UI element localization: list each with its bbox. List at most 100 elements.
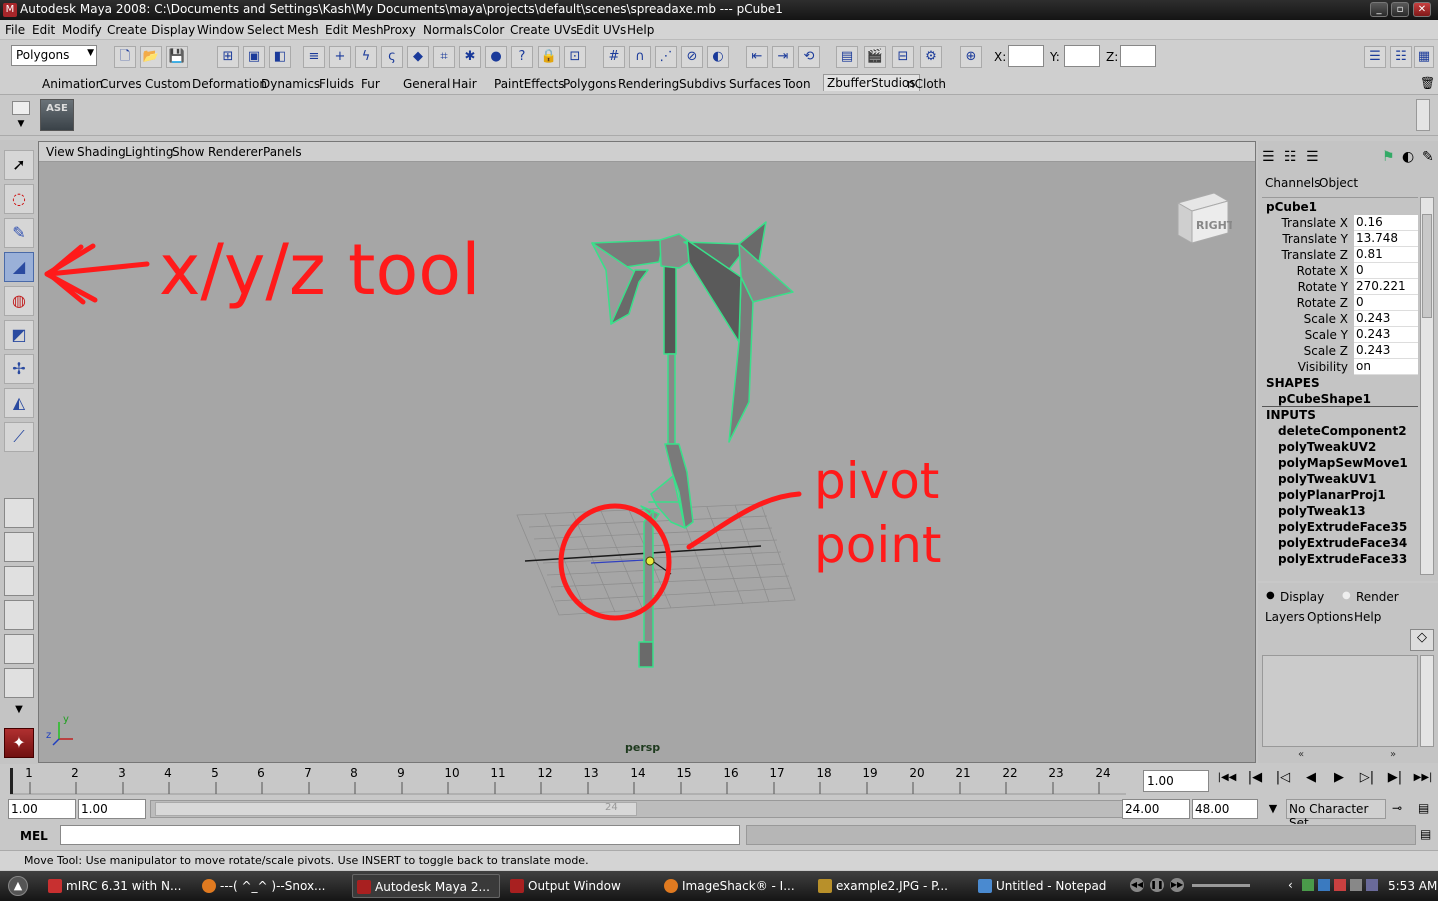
animation-prefs-icon[interactable]: ▤	[1418, 801, 1436, 819]
shelf-tab-custom[interactable]: Custom	[145, 77, 191, 91]
persp-graph-layout-icon[interactable]	[4, 600, 34, 630]
command-input[interactable]	[60, 825, 740, 845]
shelf-scrollbar[interactable]	[1416, 99, 1430, 131]
maximize-button[interactable]: ▫	[1391, 2, 1409, 17]
viewport-menu-renderer[interactable]: Renderer	[208, 145, 263, 159]
tray-icon-1[interactable]	[1302, 879, 1314, 891]
attr-value[interactable]: 0.243	[1354, 327, 1418, 343]
snap-grid-icon[interactable]: #	[603, 46, 625, 68]
tool-settings-layout-icon[interactable]: ☰	[1306, 149, 1319, 165]
attr-rotate-x[interactable]: Rotate X 0	[1262, 263, 1418, 279]
attr-value[interactable]: 0.243	[1354, 311, 1418, 327]
select-render-icon[interactable]: ●	[485, 46, 507, 68]
media-next-icon[interactable]: ▶▶	[1170, 878, 1184, 892]
script-editor-icon[interactable]: ▤	[1420, 827, 1436, 843]
layers-menu[interactable]: Layers	[1265, 610, 1305, 624]
trash-icon[interactable]: 🗑	[1420, 76, 1435, 90]
display-radio-icon[interactable]: ●	[1266, 590, 1275, 601]
step-back-key-icon[interactable]: |◁	[1272, 770, 1294, 792]
attribute-editor-layout-icon[interactable]: ☷	[1284, 149, 1297, 165]
options-menu[interactable]: Options	[1307, 610, 1353, 624]
new-layer-icon[interactable]: ◇	[1410, 629, 1434, 651]
paint-select-tool-icon[interactable]: ✎	[4, 218, 34, 248]
scale-tool-icon[interactable]: ◩	[4, 320, 34, 350]
menu-edit-uvs[interactable]: Edit UVs	[576, 23, 626, 37]
menu-proxy[interactable]: Proxy	[383, 23, 416, 37]
media-pause-icon[interactable]: ❚❚	[1150, 878, 1164, 892]
ipr-render-icon[interactable]: 🎬	[864, 46, 886, 68]
input-item[interactable]: polyExtrudeFace32	[1278, 566, 1407, 567]
layer-list[interactable]	[1262, 655, 1418, 747]
input-item[interactable]: polyMapSewMove1	[1278, 456, 1408, 470]
shelf-tab-hair[interactable]: Hair	[452, 77, 477, 91]
snap-plane-icon[interactable]: ⊘	[681, 46, 703, 68]
new-scene-icon[interactable]: 🗋	[114, 46, 136, 68]
menu-select[interactable]: Select	[247, 23, 284, 37]
attr-translate-x[interactable]: Translate X 0.16	[1262, 215, 1418, 231]
soft-modification-icon[interactable]: ◭	[4, 388, 34, 418]
shelf-tab-fluids[interactable]: Fluids	[319, 77, 354, 91]
shelf-tab-fur[interactable]: Fur	[361, 77, 380, 91]
close-button[interactable]: ✕	[1413, 2, 1431, 17]
menu-mesh[interactable]: Mesh	[287, 23, 319, 37]
viewport-menu-show[interactable]: Show	[172, 145, 204, 159]
shading-icon[interactable]: ◐	[1402, 149, 1414, 165]
range-handle[interactable]	[155, 802, 637, 816]
select-misc-icon[interactable]: ?	[511, 46, 533, 68]
select-component-icon[interactable]: ◧	[269, 46, 291, 68]
select-hierarchy-icon[interactable]: ⊞	[217, 46, 239, 68]
menu-display[interactable]: Display	[151, 23, 195, 37]
layout-menu-chevron-icon[interactable]: ▼	[4, 704, 34, 724]
attr-value[interactable]: 0.16	[1354, 215, 1418, 231]
four-view-layout-icon[interactable]	[4, 532, 34, 562]
move-tool-icon[interactable]: ◢	[4, 252, 34, 282]
range-bar[interactable]: 24	[150, 800, 1136, 818]
task-output-window[interactable]: Output Window	[506, 874, 654, 898]
shelf-tab-toon[interactable]: Toon	[783, 77, 811, 91]
attr-value[interactable]: 13.748	[1354, 231, 1418, 247]
attr-rotate-y[interactable]: Rotate Y 270.221	[1262, 279, 1418, 295]
time-slider[interactable]: 1 2 3 4 5 6 7 8 9 10 11 12 13 14 15 16 1…	[0, 764, 1438, 798]
attr-translate-y[interactable]: Translate Y 13.748	[1262, 231, 1418, 247]
shelf-tab-ncloth[interactable]: nCloth	[907, 77, 946, 91]
attr-value[interactable]: 0.81	[1354, 247, 1418, 263]
animation-end-field[interactable]: 48.00	[1192, 799, 1258, 819]
clock[interactable]: 5:53 AM	[1388, 879, 1437, 893]
input-item[interactable]: polyTweak13	[1278, 504, 1366, 518]
ase-shelf-button[interactable]: ASE	[40, 99, 74, 131]
play-backward-icon[interactable]: ◀	[1300, 770, 1322, 792]
menu-create[interactable]: Create	[107, 23, 147, 37]
attribute-editor-toggle-icon[interactable]: ☰	[1364, 46, 1386, 68]
start-button[interactable]: ▲	[8, 876, 28, 896]
shelf-tab-dynamics[interactable]: Dynamics	[261, 77, 320, 91]
select-deformers-icon[interactable]: ⌗	[433, 46, 455, 68]
step-back-frame-icon[interactable]: |◀	[1244, 770, 1266, 792]
select-handles-icon[interactable]: +	[329, 46, 351, 68]
task-notepad[interactable]: Untitled - Notepad	[974, 874, 1122, 898]
step-forward-frame-icon[interactable]: ▶|	[1384, 770, 1406, 792]
task-mirc[interactable]: mIRC 6.31 with N...	[44, 874, 192, 898]
channel-box-scrollbar[interactable]	[1420, 197, 1434, 575]
tray-icon-3[interactable]	[1334, 879, 1346, 891]
attr-value[interactable]: on	[1354, 359, 1418, 375]
mask-menu-icon[interactable]: ≡	[303, 46, 325, 68]
shelf-menu-icon[interactable]	[12, 101, 30, 115]
shelf-tab-animation[interactable]: Animation	[42, 77, 103, 91]
input-item[interactable]: polyExtrudeFace33	[1278, 552, 1407, 566]
input-item[interactable]: polyPlanarProj1	[1278, 488, 1386, 502]
ipr-icon[interactable]: ⊟	[892, 46, 914, 68]
open-scene-icon[interactable]: 📂	[140, 46, 162, 68]
menu-edit-mesh[interactable]: Edit Mesh	[325, 23, 384, 37]
layer-scrollbar[interactable]	[1420, 655, 1434, 747]
attr-value[interactable]: 0	[1354, 263, 1418, 279]
shelf-tab-general[interactable]: General	[403, 77, 450, 91]
layer-editor-expand-bar[interactable]: «»	[1262, 749, 1434, 763]
construction-history-icon[interactable]: ⟲	[798, 46, 820, 68]
auto-key-icon[interactable]: ⊸	[1392, 801, 1412, 819]
input-item[interactable]: deleteComponent2	[1278, 424, 1407, 438]
attr-scale-z[interactable]: Scale Z 0.243	[1262, 343, 1418, 359]
go-to-start-icon[interactable]: |◀◀	[1216, 772, 1238, 790]
render-settings-icon[interactable]: ⚙	[920, 46, 942, 68]
pencil-icon[interactable]: ✎	[1422, 149, 1434, 165]
shelf-options-icon[interactable]: ▼	[12, 119, 30, 133]
